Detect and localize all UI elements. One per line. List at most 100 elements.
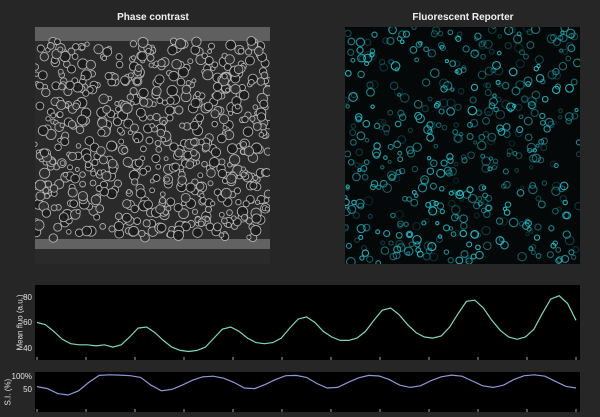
phase-cell: [80, 74, 86, 80]
fluo-cell: [531, 90, 541, 100]
fluo-cell: [539, 112, 546, 120]
phase-cell: [226, 143, 238, 155]
fluo-cell: [380, 240, 386, 246]
fluo-cell: [477, 70, 487, 80]
phase-cell: [207, 48, 213, 54]
fluo-cell: [426, 167, 435, 175]
fluo-cell: [422, 252, 431, 261]
phase-cell: [155, 163, 162, 170]
phase-cell: [156, 222, 167, 233]
phase-cell: [252, 122, 262, 131]
phase-cell: [58, 212, 69, 223]
phase-cell: [121, 102, 133, 114]
fluo-cell: [552, 85, 561, 95]
fluo-cell: [488, 48, 495, 55]
fluo-cell: [418, 40, 423, 46]
fluo-cell: [412, 222, 421, 231]
phase-cell: [104, 72, 113, 81]
fluo-cell: [483, 210, 491, 219]
fluo-cell: [460, 154, 467, 161]
phase-cell: [195, 113, 205, 123]
fluo-cell: [397, 135, 407, 145]
phase-cell: [135, 188, 146, 199]
phase-contrast-image: [35, 27, 270, 264]
phase-cell: [201, 52, 208, 59]
fluorescent-reporter-image: [345, 27, 580, 264]
fluo-cell: [565, 42, 575, 51]
fluo-cell: [491, 27, 496, 30]
phase-cell: [67, 120, 77, 129]
fluo-cell: [486, 110, 491, 115]
fluo-cell: [362, 119, 371, 128]
phase-cell: [95, 204, 105, 213]
fluo-cell: [387, 109, 394, 116]
phase-cell: [228, 154, 241, 166]
phase-cell: [246, 36, 257, 46]
fluo-cell: [444, 59, 449, 64]
fluo-cell: [366, 87, 375, 97]
phase-cell: [201, 142, 211, 152]
phase-cell: [133, 217, 142, 225]
fluo-cell: [457, 87, 465, 95]
phase-cell: [128, 225, 139, 237]
phase-cell: [120, 75, 130, 86]
phase-cell: [98, 93, 109, 105]
phase-cell: [149, 187, 155, 194]
phase-cell: [154, 139, 162, 147]
phase-cell: [180, 192, 191, 203]
fluo-cell: [533, 234, 541, 241]
phase-cell: [191, 78, 197, 84]
phase-cell: [197, 220, 205, 228]
phase-cell: [139, 167, 148, 176]
fluo-cell: [535, 195, 542, 202]
fluo-cell: [355, 148, 364, 157]
fluo-cell: [443, 249, 450, 255]
fluo-cell: [447, 157, 454, 164]
trace1-ytick-80: 80: [23, 293, 32, 302]
fluo-cell: [403, 221, 409, 227]
fluo-cell: [356, 131, 366, 141]
phase-cell: [181, 84, 192, 95]
fluo-cell: [466, 241, 473, 248]
fluo-cell: [369, 53, 375, 58]
phase-cell: [243, 146, 255, 157]
phase-cell: [202, 69, 214, 81]
trace1-ytick-60: 60: [23, 318, 32, 327]
fluo-cell: [394, 210, 404, 220]
fluo-cell: [345, 195, 348, 200]
fluo-cell: [501, 81, 510, 90]
phase-cell: [259, 99, 269, 109]
phase-cell: [37, 70, 48, 81]
trace2-ytick-100: 100%: [11, 372, 32, 381]
phase-cell: [160, 137, 167, 143]
phase-cell: [142, 219, 151, 228]
phase-cell: [135, 107, 146, 118]
phase-cell: [50, 204, 58, 212]
phase-cell: [122, 156, 133, 168]
fluo-cell: [364, 38, 372, 47]
fluo-cell: [470, 83, 479, 92]
fluo-cell: [511, 86, 521, 96]
phase-cell: [91, 158, 99, 167]
fluo-cell: [451, 205, 461, 215]
phase-cell: [137, 51, 148, 62]
fluo-cell: [559, 48, 564, 53]
phase-cell: [217, 168, 228, 179]
phase-cell: [240, 213, 248, 221]
phase-cell: [235, 198, 242, 206]
phase-cell: [203, 101, 214, 112]
fluo-cell: [480, 53, 486, 60]
fluo-cell: [459, 229, 468, 238]
fluo-cell: [467, 151, 475, 160]
fluo-cell: [469, 96, 477, 104]
phase-cell: [81, 225, 93, 237]
fluo-cell: [390, 212, 396, 219]
phase-cell: [114, 212, 123, 221]
phase-cell: [174, 38, 187, 50]
trace-line: [36, 295, 577, 353]
phase-cell: [148, 62, 154, 68]
fluo-cell: [558, 115, 563, 120]
phase-cell: [115, 53, 123, 61]
phase-cell: [151, 153, 161, 164]
fluo-cell: [520, 185, 525, 190]
